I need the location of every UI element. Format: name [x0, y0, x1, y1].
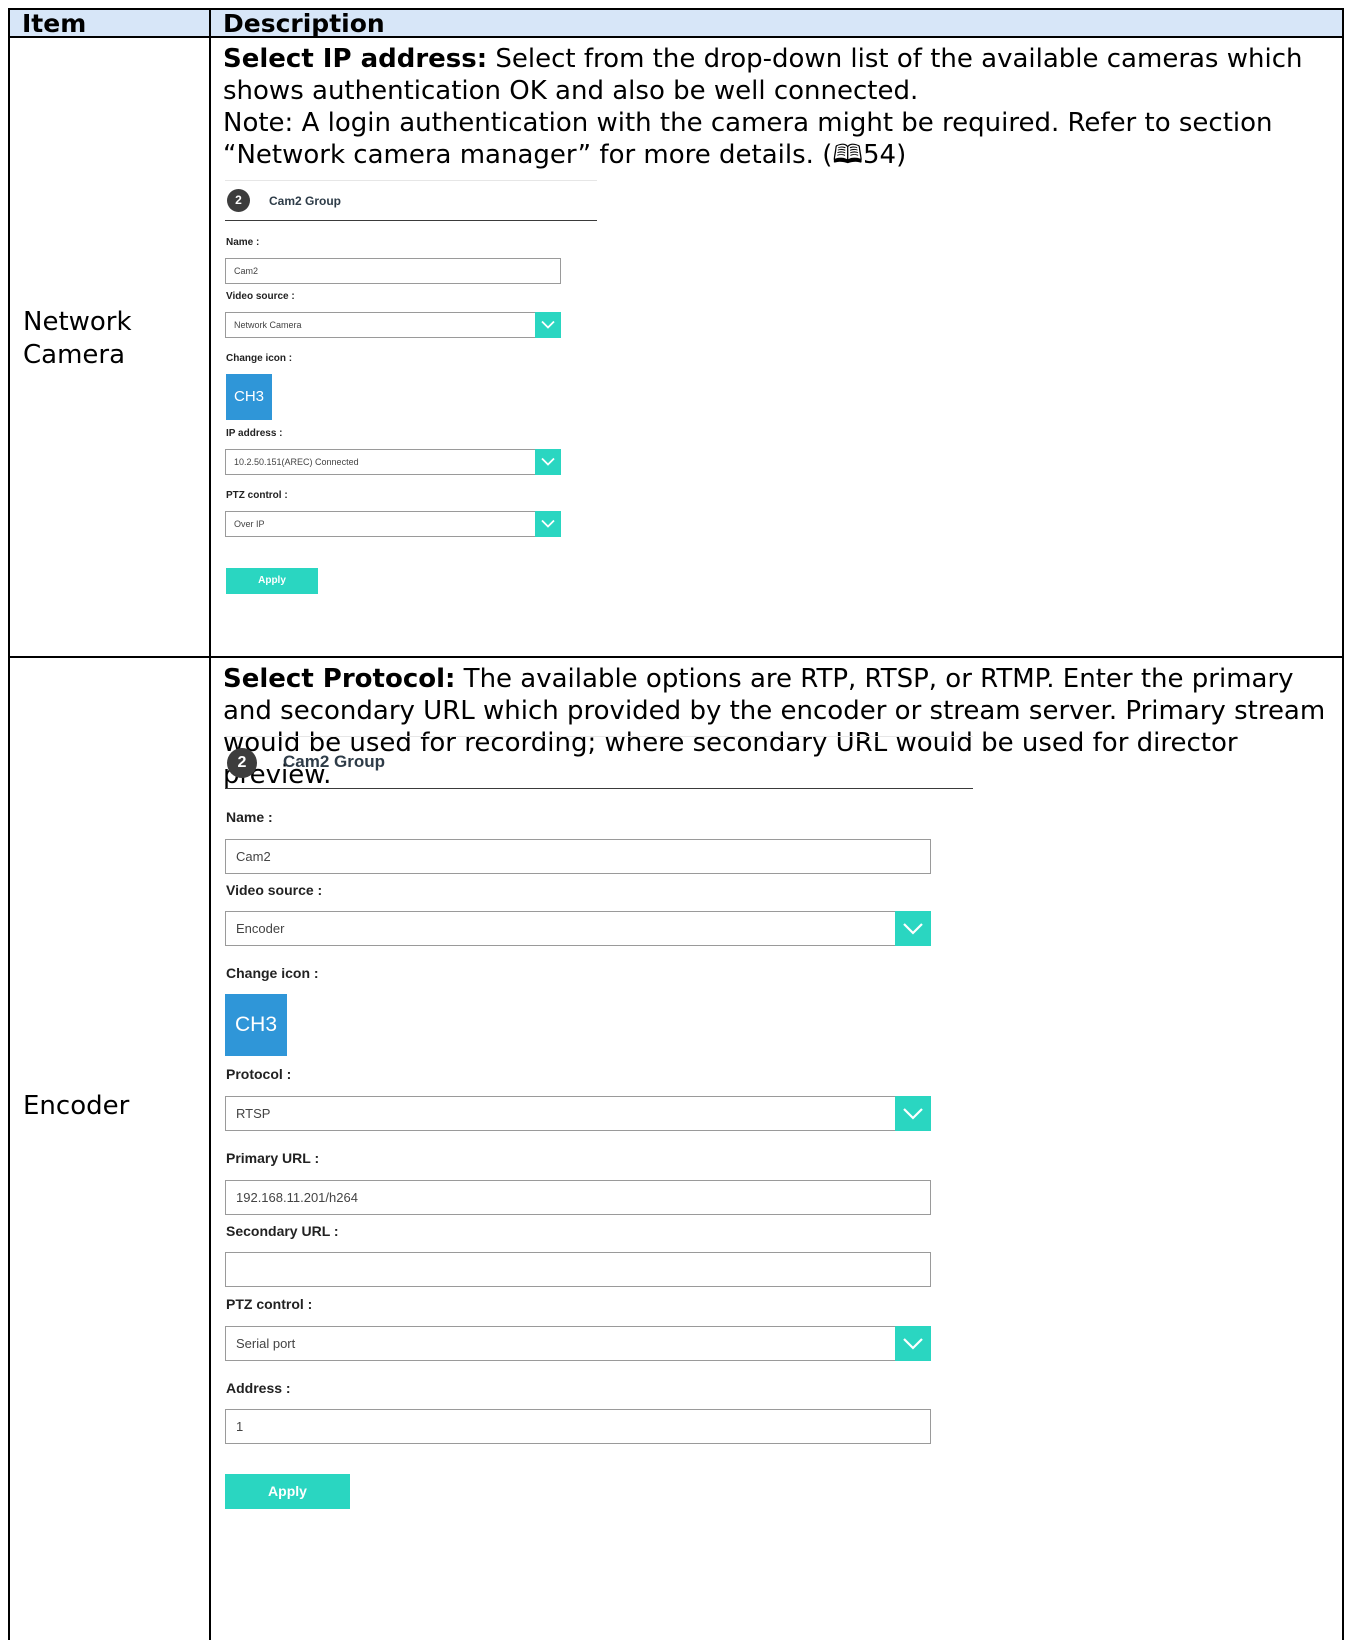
name-field[interactable]: Cam2 [225, 258, 561, 284]
name-label: Name : [226, 809, 273, 825]
chevron-down-icon[interactable] [535, 449, 561, 475]
channel-icon-button[interactable]: CH3 [225, 994, 287, 1056]
header-description: Description [209, 8, 1344, 38]
ip-address-value: 10.2.50.151(AREC) Connected [234, 457, 359, 467]
ptz-control-label: PTZ control : [226, 1296, 313, 1312]
address-label: Address : [226, 1380, 291, 1396]
group-title: Cam2 Group [283, 752, 386, 771]
video-source-select[interactable]: Network Camera [225, 312, 561, 338]
chevron-down-icon[interactable] [895, 1326, 931, 1361]
primary-url-field[interactable]: 192.168.11.201/h264 [225, 1180, 931, 1215]
row-encoder-item: Encoder [8, 656, 211, 1640]
description-text: Select IP address: Select from the drop-… [223, 43, 1333, 171]
chevron-down-icon[interactable] [535, 511, 561, 537]
item-label-line: Camera [23, 340, 126, 370]
header-item: Item [8, 8, 211, 38]
chevron-down-icon[interactable] [535, 312, 561, 338]
ip-address-select[interactable]: 10.2.50.151(AREC) Connected [225, 449, 561, 475]
item-label-line: Network [23, 307, 132, 337]
description-note: Note: A login authentication with the ca… [223, 108, 1273, 170]
secondary-url-field[interactable] [225, 1252, 931, 1287]
ptz-control-select[interactable]: Serial port [225, 1326, 931, 1361]
item-label: Network Camera [23, 306, 132, 372]
group-divider [225, 220, 597, 221]
channel-icon-button[interactable]: CH3 [226, 374, 272, 420]
chevron-down-icon[interactable] [895, 911, 931, 946]
apply-button[interactable]: Apply [225, 1474, 350, 1509]
description-bold: Select IP address: [223, 44, 488, 74]
chevron-down-icon[interactable] [895, 1096, 931, 1131]
item-label: Encoder [23, 1091, 130, 1121]
video-source-value: Encoder [236, 921, 285, 936]
apply-button[interactable]: Apply [226, 568, 318, 594]
protocol-label: Protocol : [226, 1066, 292, 1082]
network-camera-form-screenshot: 2 Cam2 Group Name : Cam2 Video source : … [225, 180, 597, 600]
ptz-control-select[interactable]: Over IP [225, 511, 561, 537]
change-icon-label: Change icon : [226, 965, 319, 981]
address-field[interactable]: 1 [225, 1409, 931, 1444]
description-bold: Select Protocol: [223, 664, 456, 694]
video-source-label: Video source : [226, 882, 323, 898]
ptz-control-label: PTZ control : [226, 490, 288, 501]
video-source-select[interactable]: Encoder [225, 911, 931, 946]
ptz-control-value: Serial port [236, 1336, 296, 1351]
name-label: Name : [226, 237, 260, 248]
primary-url-label: Primary URL : [226, 1150, 320, 1166]
group-divider [225, 788, 973, 789]
change-icon-label: Change icon : [226, 353, 293, 364]
protocol-value: RTSP [236, 1106, 271, 1121]
secondary-url-label: Secondary URL : [226, 1223, 339, 1239]
protocol-select[interactable]: RTSP [225, 1096, 931, 1131]
encoder-form-screenshot: 2 Cam2 Group Name : Cam2 Video source : … [225, 736, 973, 1516]
group-title: Cam2 Group [269, 194, 342, 208]
video-source-value: Network Camera [234, 320, 302, 330]
group-number-badge: 2 [227, 748, 257, 778]
group-top-divider [225, 736, 973, 737]
ip-address-label: IP address : [226, 428, 283, 439]
ptz-control-value: Over IP [234, 519, 265, 529]
video-source-label: Video source : [226, 291, 295, 302]
group-top-divider [225, 180, 597, 181]
row-network-camera-item: Network Camera [8, 36, 211, 658]
group-number-badge: 2 [227, 189, 250, 212]
name-field[interactable]: Cam2 [225, 839, 931, 874]
